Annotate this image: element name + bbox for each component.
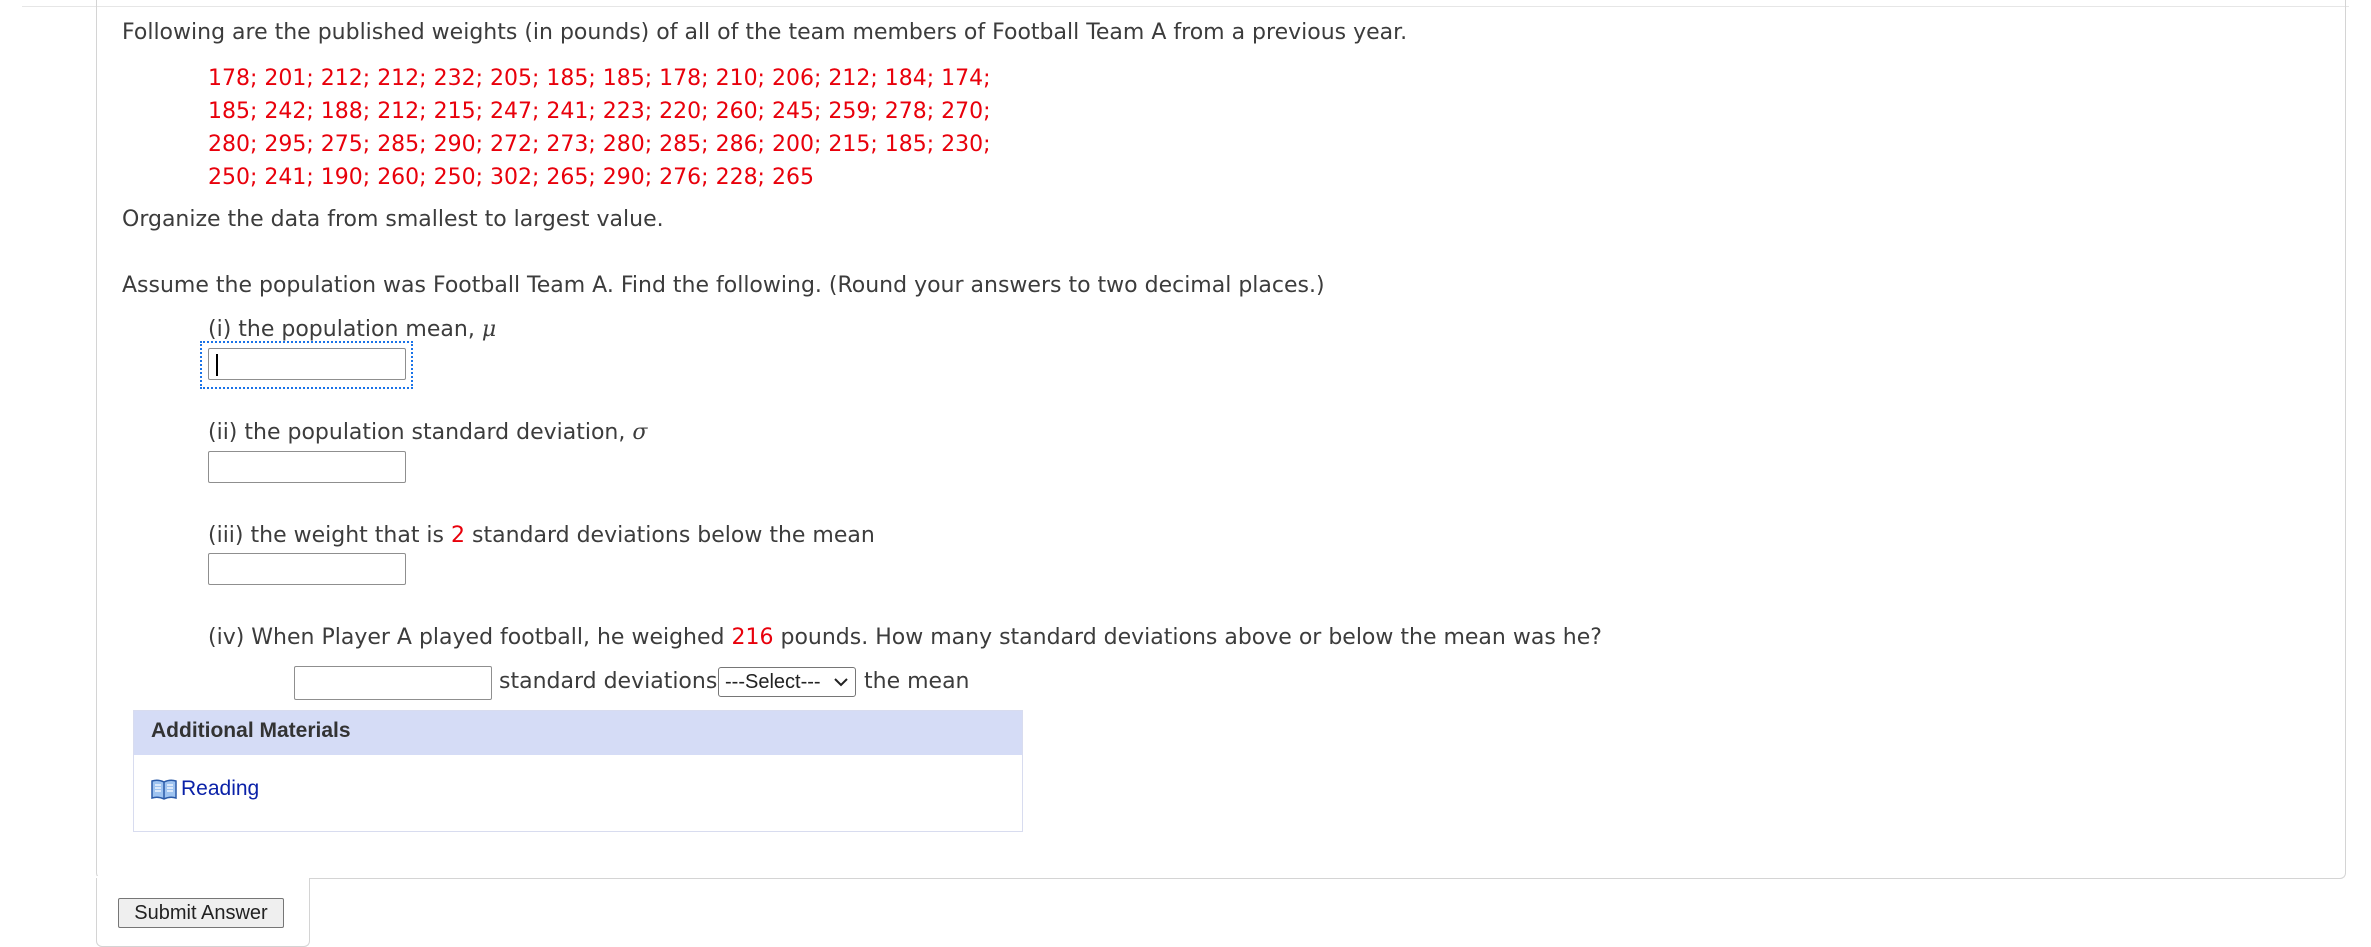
submit-answer-button[interactable]: Submit Answer [118,898,284,928]
q4-number: 216 [731,625,774,650]
additional-materials-panel: Additional Materials Reading [133,710,1023,832]
panel-title: Additional Materials [151,719,351,742]
panel-header: Additional Materials [134,711,1022,755]
data-line: 250; 241; 190; 260; 250; 302; 265; 290; … [208,165,814,190]
weight-below-mean-input[interactable] [208,553,406,585]
mu-symbol: μ [481,317,497,342]
organize-text: Organize the data from smallest to large… [122,207,664,232]
data-line: 185; 242; 188; 212; 215; 247; 241; 223; … [208,99,991,124]
book-icon [151,779,177,800]
population-mean-input[interactable] [208,348,406,380]
reading-link-label: Reading [181,777,260,800]
chevron-down-icon [834,678,848,687]
q4-label: (iv) When Player A played football, he w… [208,625,1602,650]
q2-label: (ii) the population standard deviation, … [208,420,648,445]
weights-data: 178; 201; 212; 212; 232; 205; 185; 185; … [208,62,991,194]
text-caret [216,354,218,376]
reading-link[interactable]: Reading [151,777,259,801]
q3-label: (iii) the weight that is 2 standard devi… [208,523,875,548]
data-line: 178; 201; 212; 212; 232; 205; 185; 185; … [208,66,991,91]
sigma-symbol: σ [632,420,648,445]
above-below-select[interactable]: ---Select--- [718,667,856,697]
population-sd-input[interactable] [208,451,406,483]
z-score-input[interactable] [294,666,492,700]
assume-text: Assume the population was Football Team … [122,273,1325,298]
standard-deviations-label: standard deviations [499,669,718,694]
the-mean-label: the mean [864,669,970,694]
intro-text: Following are the published weights (in … [122,20,1408,45]
q3-number: 2 [451,523,465,548]
data-line: 280; 295; 275; 285; 290; 272; 273; 280; … [208,132,991,157]
